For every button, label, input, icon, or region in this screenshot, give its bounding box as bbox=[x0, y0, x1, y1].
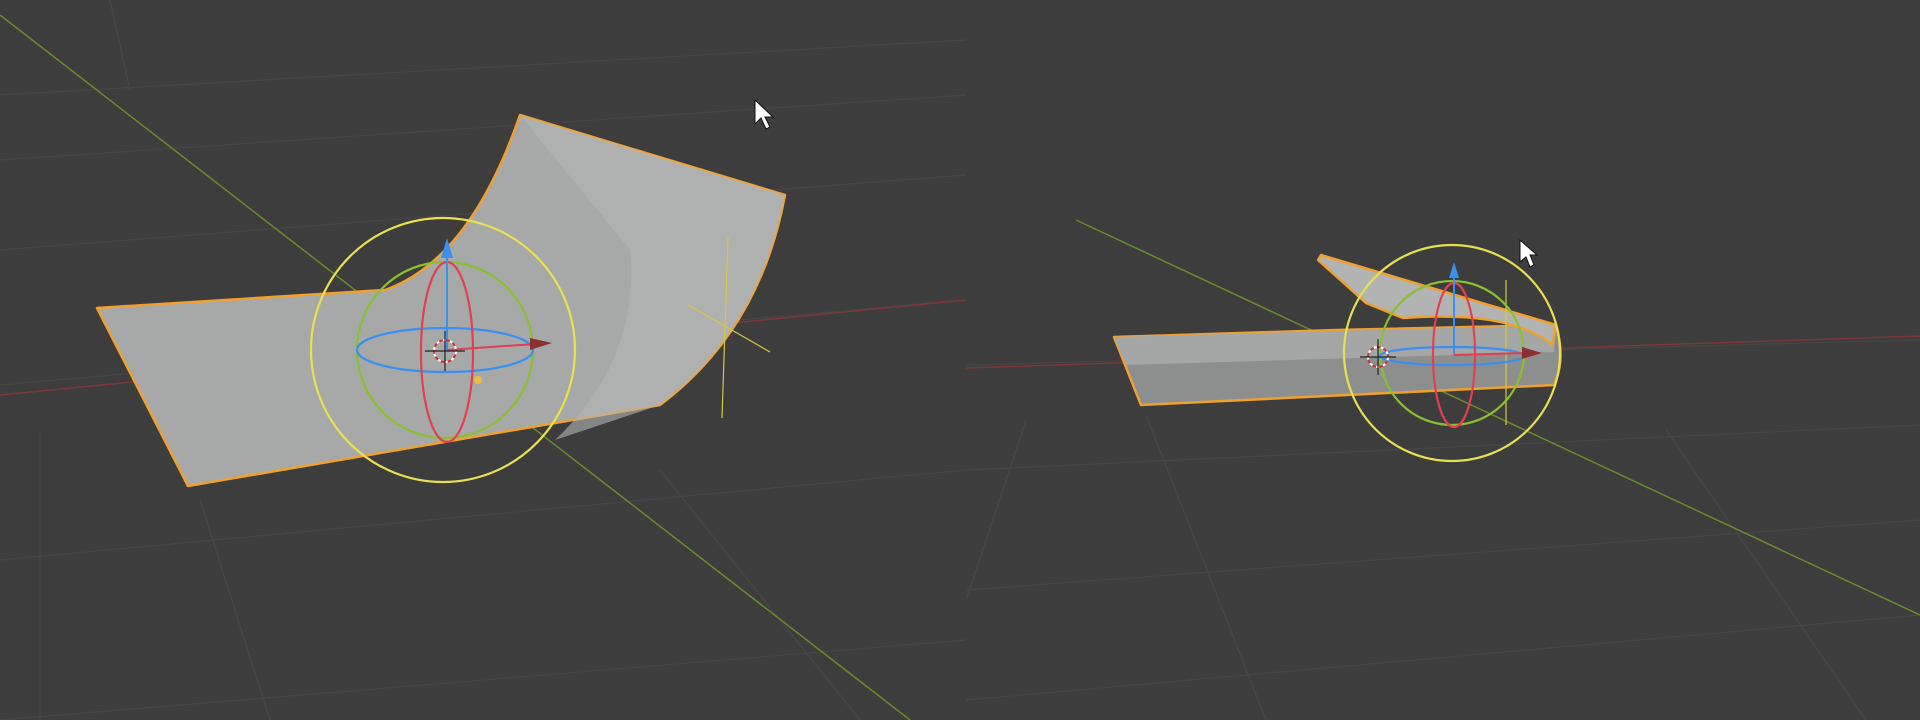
viewport-right[interactable] bbox=[966, 0, 1920, 720]
floor-grid bbox=[966, 339, 1920, 720]
mouse-cursor-icon bbox=[754, 98, 775, 130]
viewport-left[interactable] bbox=[0, 0, 966, 720]
gizmo-z-arrow[interactable] bbox=[1449, 262, 1459, 278]
axis-y-line bbox=[1075, 219, 1920, 616]
mouse-cursor-icon bbox=[1519, 238, 1539, 268]
viewport-left-canvas[interactable] bbox=[0, 0, 966, 720]
viewport-right-canvas[interactable] bbox=[966, 0, 1920, 720]
blender-workspace bbox=[0, 0, 1920, 720]
